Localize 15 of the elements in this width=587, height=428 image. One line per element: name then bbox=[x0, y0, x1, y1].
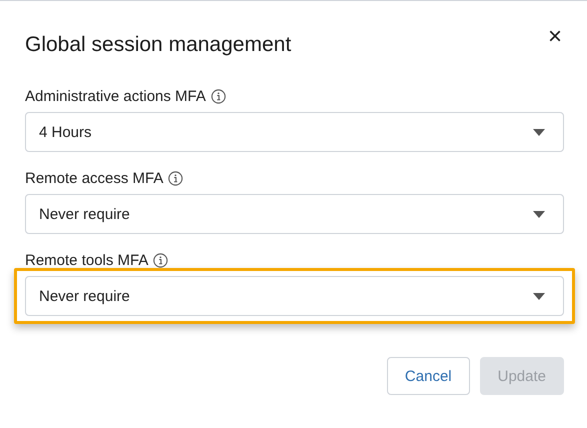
dialog-title: Global session management bbox=[25, 33, 292, 57]
caret-icon bbox=[533, 128, 545, 136]
dropdown-field[interactable]: 4 Hours bbox=[25, 112, 564, 152]
info-icon[interactable] bbox=[168, 170, 184, 186]
field-label: Administrative actions MFA bbox=[25, 88, 206, 104]
info-icon[interactable] bbox=[210, 88, 226, 104]
caret-icon bbox=[533, 210, 545, 218]
info-icon[interactable] bbox=[153, 252, 168, 268]
dropdown-field[interactable]: Never require bbox=[25, 276, 564, 316]
caret-icon bbox=[533, 292, 545, 300]
field-label: Remote access MFA bbox=[25, 170, 164, 186]
close-button[interactable]: × bbox=[544, 25, 566, 49]
cancel-button[interactable]: Cancel bbox=[386, 357, 470, 395]
dropdown-field[interactable]: Never require bbox=[25, 194, 564, 234]
field-label: Remote tools MFA bbox=[25, 252, 148, 268]
